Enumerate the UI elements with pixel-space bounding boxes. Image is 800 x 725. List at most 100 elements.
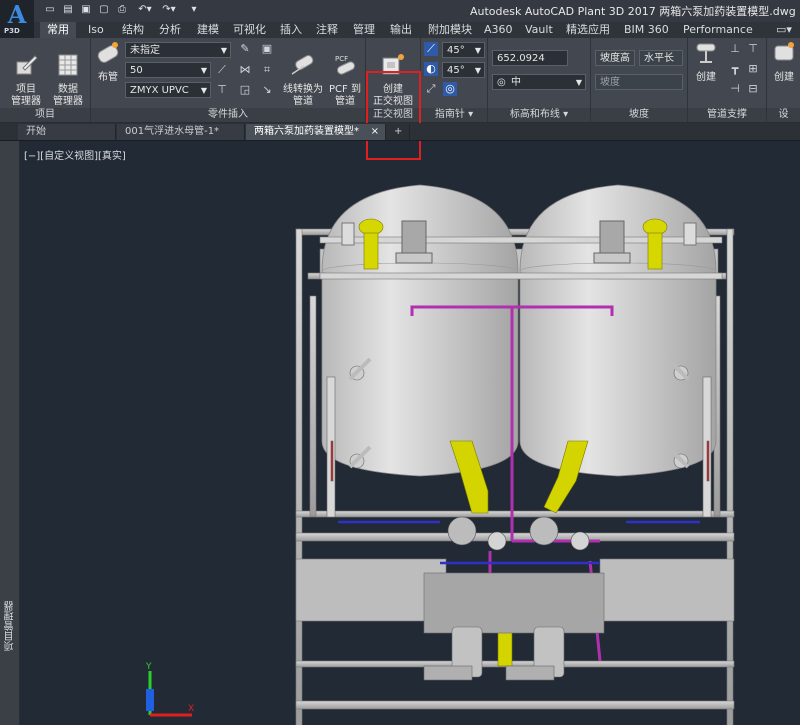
- routing-option-value: 中: [511, 77, 521, 88]
- tab-bim360[interactable]: BIM 360: [622, 22, 671, 38]
- tab-iso[interactable]: Iso: [86, 22, 106, 38]
- chevron-down-icon: ▼: [474, 46, 481, 55]
- ucs-x-label: X: [188, 704, 194, 714]
- tab-performance[interactable]: Performance: [681, 22, 755, 38]
- doc-tab-start[interactable]: 开始: [18, 124, 116, 140]
- window-title: Autodesk AutoCAD Plant 3D 2017 两箱六泵加药装置模…: [470, 5, 796, 18]
- save-as-icon[interactable]: ▢: [98, 4, 110, 16]
- print-icon[interactable]: ⎙: [116, 4, 128, 16]
- tab-featured-apps[interactable]: 精选应用: [564, 22, 612, 38]
- tab-analysis[interactable]: 分析: [157, 22, 183, 38]
- routing-option-dropdown[interactable]: ◎ 中 ▼: [492, 74, 586, 90]
- panel-project-label: 项目: [0, 108, 90, 122]
- create-support-button[interactable]: 创建: [690, 40, 722, 84]
- new-tab-button[interactable]: +: [388, 124, 410, 140]
- tab-insert[interactable]: 插入: [278, 22, 304, 38]
- size-dropdown-value: 50: [130, 65, 143, 76]
- tab-manage[interactable]: 管理: [351, 22, 377, 38]
- chevron-down-icon: ▼: [200, 66, 207, 75]
- compass-angle-dropdown-1[interactable]: 45° ▼: [442, 42, 485, 58]
- equipment-icon: [774, 42, 794, 61]
- support-attach-icon[interactable]: ⊤: [746, 42, 760, 56]
- cutback-icon[interactable]: ⟋: [215, 63, 229, 77]
- compass-arrow-icon[interactable]: ⤢: [424, 82, 438, 96]
- compass-angle-dropdown-2[interactable]: 45° ▼: [442, 62, 485, 78]
- project-manager-button[interactable]: 项目 管理器: [6, 40, 46, 108]
- panel-elevation-label[interactable]: 标高和布线 ▾: [488, 108, 590, 122]
- chevron-down-icon: ▼: [200, 86, 207, 95]
- ucs-y-label: Y: [145, 662, 152, 672]
- size-dropdown[interactable]: 50 ▼: [125, 62, 211, 78]
- tee-icon[interactable]: ⊤: [215, 83, 229, 97]
- project-manager-palette[interactable]: 项目管理器: [0, 141, 20, 725]
- panel-compass-label-text: 指南针: [434, 109, 465, 120]
- tab-visualize[interactable]: 可视化: [231, 22, 268, 38]
- tab-modeling[interactable]: 建模: [195, 22, 221, 38]
- tab-a360[interactable]: A360: [482, 22, 515, 38]
- line-to-pipe-button[interactable]: 线转换为 管道: [283, 40, 323, 108]
- compass-toggle-icon[interactable]: ⟋: [424, 42, 438, 56]
- slope-high-field[interactable]: 坡度高: [595, 50, 635, 66]
- close-icon[interactable]: ×: [371, 124, 379, 140]
- tab-vault[interactable]: Vault: [523, 22, 555, 38]
- chevron-down-icon: ▼: [575, 78, 582, 87]
- support-align-icon[interactable]: ⊣: [728, 82, 742, 96]
- tab-addins[interactable]: 附加模块: [426, 22, 474, 38]
- undo-icon[interactable]: ↶▾: [134, 4, 156, 16]
- save-icon[interactable]: ▣: [80, 4, 92, 16]
- compass-angle-2-value: 45°: [447, 65, 465, 76]
- app-logo[interactable]: A P3D: [0, 0, 34, 38]
- compass-sync-icon[interactable]: ◎: [443, 82, 457, 96]
- create-support-label: 创建: [696, 72, 716, 83]
- pcf-tag-text: PCF: [335, 55, 348, 63]
- route-pipe-button[interactable]: 布管: [93, 40, 123, 84]
- fitting-icon[interactable]: ⌗: [260, 63, 274, 77]
- redo-icon[interactable]: ↷▾: [158, 4, 180, 16]
- pcf-to-pipe-button[interactable]: PCF PCF 到 管道: [327, 40, 363, 108]
- tab-output[interactable]: 输出: [388, 22, 414, 38]
- panel-elevation: 652.0924 ◎ 中 ▼ 标高和布线 ▾: [488, 38, 591, 122]
- app-logo-sub: P3D: [4, 27, 20, 35]
- spec-dropdown[interactable]: 未指定 ▼: [125, 42, 231, 58]
- elbow-icon[interactable]: ↘: [260, 83, 274, 97]
- data-manager-button[interactable]: 数据 管理器: [48, 40, 88, 108]
- new-file-icon[interactable]: ▭: [44, 4, 56, 16]
- tab-structure[interactable]: 结构: [120, 22, 146, 38]
- project-manager-label: 项目 管理器: [11, 84, 41, 107]
- slope-direction-field[interactable]: 水平长度: [639, 50, 683, 66]
- create-equipment-label: 创建: [774, 72, 794, 83]
- tab-home[interactable]: 常用: [40, 22, 76, 38]
- doc-tab-start-label: 开始: [26, 126, 46, 137]
- model-viewport[interactable]: Y X: [20, 141, 800, 725]
- spec-name-dropdown[interactable]: ZMYX UPVC ▼: [125, 82, 211, 98]
- stub-icon[interactable]: ◲: [238, 83, 252, 97]
- slope-input[interactable]: 坡度: [595, 74, 683, 90]
- valve-icon[interactable]: ⋈: [238, 63, 252, 77]
- doc-tab-drawing-1-label: 001气浮进水母管-1*: [125, 126, 220, 137]
- create-equipment-button[interactable]: 创建: [769, 40, 799, 84]
- spec-viewer-icon[interactable]: ✎: [238, 42, 252, 56]
- app-logo-letter: A: [7, 0, 27, 29]
- doc-tab-drawing-1[interactable]: 001气浮进水母管-1*: [117, 124, 245, 140]
- spec-name-value: ZMYX UPVC: [130, 85, 189, 96]
- qat-more-icon[interactable]: ▾: [188, 4, 200, 16]
- tool-palette-icon[interactable]: ▣: [260, 42, 274, 56]
- panel-slope-label: 坡度: [591, 108, 687, 122]
- compass-snap-icon[interactable]: ◐: [424, 62, 438, 76]
- ribbon-toggle-icon[interactable]: ▭▾: [774, 22, 794, 38]
- data-manager-label: 数据 管理器: [53, 84, 83, 107]
- support-move-icon[interactable]: ┳: [728, 62, 742, 76]
- panel-compass-label[interactable]: 指南针 ▾: [421, 108, 487, 122]
- data-manager-icon: [58, 54, 78, 76]
- support-remove-icon[interactable]: ⊟: [746, 82, 760, 96]
- chevron-down-icon: ▼: [474, 66, 481, 75]
- tab-annotate[interactable]: 注释: [314, 22, 340, 38]
- support-edit-icon[interactable]: ⊥: [728, 42, 742, 56]
- line-to-pipe-icon: [291, 55, 314, 75]
- doc-tab-drawing-2[interactable]: 两箱六泵加药装置模型* ×: [246, 124, 386, 140]
- doc-tab-drawing-2-label: 两箱六泵加药装置模型*: [254, 126, 359, 137]
- support-add-icon[interactable]: ⊞: [746, 62, 760, 76]
- open-file-icon[interactable]: ▤: [62, 4, 74, 16]
- pumps: [423, 626, 565, 681]
- elevation-input[interactable]: 652.0924: [492, 50, 568, 66]
